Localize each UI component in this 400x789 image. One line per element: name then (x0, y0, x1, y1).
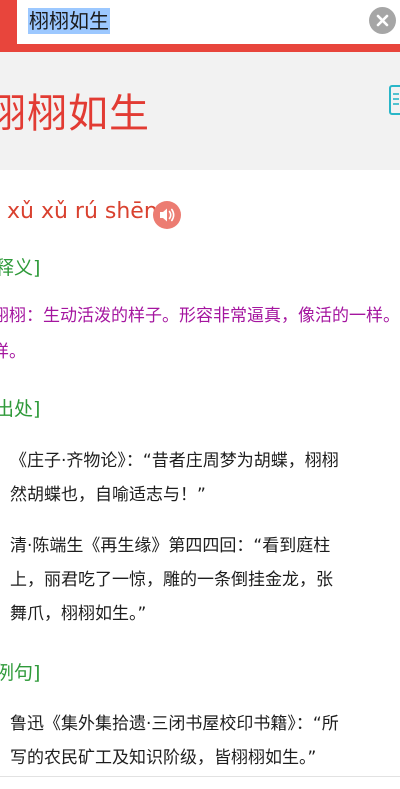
source-2-line-2: 上，丽君吃了一惊，雕的一条倒挂金龙，张 (10, 570, 333, 590)
source-2-line-3: 舞爪，栩栩如生。” (10, 604, 147, 624)
pinyin-text: xǔ xǔ rú shēng (7, 199, 172, 224)
search-bar: 栩栩如生 (0, 0, 400, 52)
word-header: 栩栩如生 (0, 52, 400, 170)
source-1-line-1: 《庄子·齐物论》：“昔者庄周梦为胡蝶，栩栩 (10, 451, 339, 471)
source-2-line-1: 清·陈端生《再生缘》第四四回：“看到庭柱 (10, 536, 331, 556)
example-heading: 例句] (0, 662, 41, 684)
search-input[interactable]: 栩栩如生 (17, 0, 400, 44)
example-line-2: 写的农民矿工及知识阶级，皆栩栩如生。” (10, 748, 317, 768)
pinyin-row: xǔ xǔ rú shēng (0, 196, 400, 232)
speaker-icon[interactable] (153, 201, 181, 229)
definition-line-2: 样。 (0, 342, 26, 362)
divider (0, 776, 400, 777)
definition-heading: 释义] (0, 257, 41, 279)
search-query-text[interactable]: 栩栩如生 (28, 8, 110, 34)
source-1-line-2: 然胡蝶也，自喻适志与！” (10, 485, 206, 505)
close-circle-icon[interactable] (369, 7, 396, 34)
definition-line-1: 栩栩：生动活泼的样子。形容非常逼真，像活的一样。 (0, 306, 400, 326)
page-title: 栩栩如生 (0, 91, 150, 137)
bookmark-icon[interactable] (386, 82, 400, 118)
example-line-1: 鲁迅《集外集拾遗·三闭书屋校印书籍》：“所 (10, 714, 339, 734)
source-heading: 出处] (0, 398, 41, 420)
